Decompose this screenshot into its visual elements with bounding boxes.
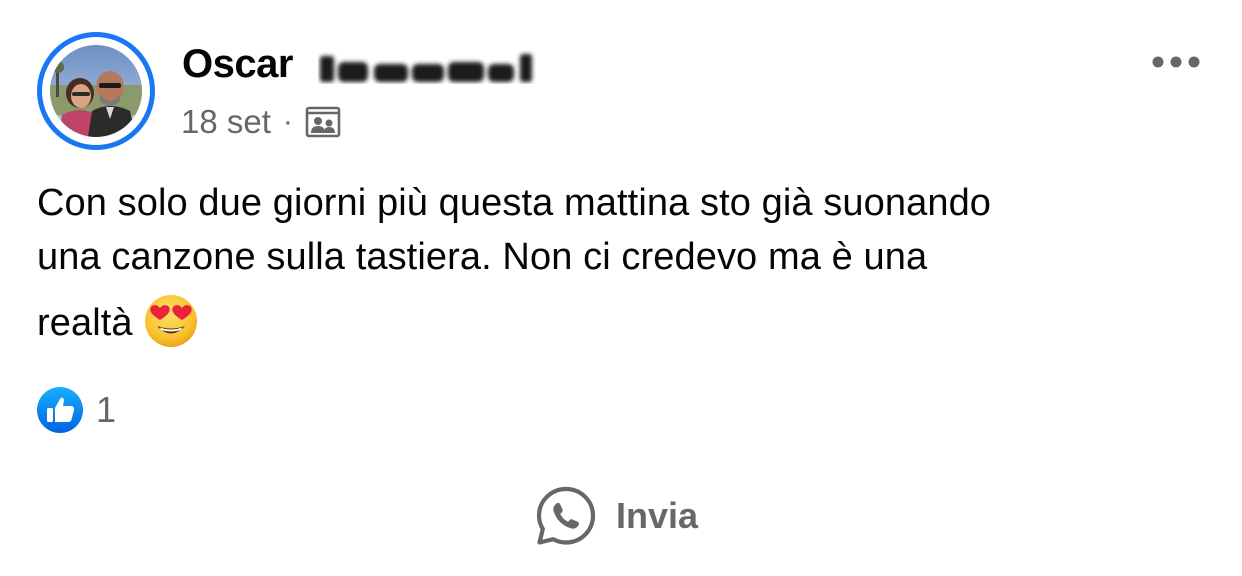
post-meta: 18 set ·: [181, 100, 341, 144]
redacted-surname: [318, 50, 536, 84]
reactions-summary[interactable]: 1: [36, 386, 116, 434]
post-text: Con solo due giorni più questa mattina s…: [37, 176, 1217, 353]
more-icon: [1152, 56, 1200, 68]
like-icon: [36, 386, 84, 434]
photo-album-icon: [305, 104, 341, 140]
whatsapp-icon: [534, 484, 598, 548]
post-text-line: una canzone sulla tastiera. Non ci crede…: [37, 236, 928, 278]
send-label: Invia: [616, 495, 699, 536]
profile-photo: [50, 45, 142, 137]
post-text-line: Con solo due giorni più questa mattina s…: [37, 182, 992, 224]
reaction-count: 1: [96, 389, 117, 430]
author-name[interactable]: Oscar: [182, 42, 293, 87]
avatar[interactable]: [37, 32, 155, 150]
heart-eyes-emoji-icon: [143, 293, 199, 349]
send-whatsapp-button[interactable]: Invia: [534, 484, 698, 548]
meta-separator: ·: [282, 105, 293, 138]
post-text-line: realtà: [37, 302, 133, 344]
post-text-line-final: realtà: [37, 293, 1217, 353]
post-date[interactable]: 18 set: [181, 103, 271, 141]
more-options-button[interactable]: [1148, 48, 1204, 76]
